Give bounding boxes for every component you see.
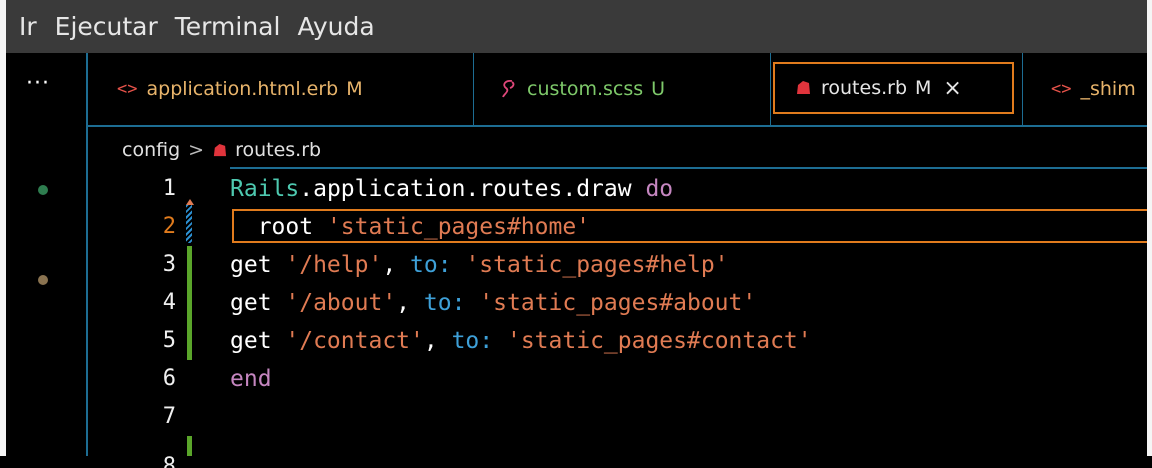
breadcrumb-file[interactable]: routes.rb (235, 139, 321, 161)
code-token: end (230, 366, 272, 392)
tab-bar: <> application.html.erb M custom.scss U … (88, 53, 1147, 126)
line-number: 7 (162, 404, 176, 429)
code-token: , (396, 290, 424, 316)
menu-terminal[interactable]: Terminal (175, 12, 281, 41)
code-token: '/help' (285, 252, 383, 278)
line-number: 6 (162, 366, 176, 391)
tab-badge: M (346, 78, 363, 100)
tab-bar-border (88, 125, 1147, 127)
tab-shim[interactable]: <> _shim (1023, 53, 1147, 125)
code-token: get (230, 252, 286, 278)
git-added-indicator (187, 246, 192, 360)
line-number: 8 (162, 454, 176, 468)
code-token: get (230, 290, 286, 316)
menu-go[interactable]: Ir (19, 12, 37, 41)
editor-separator (230, 167, 1147, 169)
tab-application-html-erb[interactable]: <> application.html.erb M (88, 53, 473, 125)
code-token: to: (451, 328, 494, 354)
html-tag-icon: <> (117, 79, 138, 99)
ruby-icon (795, 80, 811, 96)
git-added-indicator (187, 436, 192, 456)
code-token: , (382, 252, 411, 278)
menu-help[interactable]: Ayuda (297, 12, 374, 41)
code-token: get (230, 328, 286, 354)
code-token: to: (410, 252, 452, 278)
code-line[interactable]: Rails.application.routes.draw do (230, 170, 673, 208)
status-dot-green (38, 185, 48, 195)
tab-label: application.html.erb (146, 78, 339, 100)
code-token: do (631, 176, 674, 202)
more-actions-button[interactable]: ··· (26, 71, 50, 96)
code-token: , (423, 328, 452, 354)
code-token: to: (423, 290, 466, 316)
code-token: '/about' (285, 290, 397, 316)
breadcrumb: config > routes.rb (122, 133, 321, 167)
close-icon[interactable]: × (943, 76, 961, 101)
code-line[interactable]: root 'static_pages#home' (230, 208, 590, 246)
tab-separator (770, 53, 771, 125)
line-number: 5 (162, 328, 176, 353)
code-line[interactable]: get '/contact', to: 'static_pages#contac… (230, 322, 812, 360)
tab-label: custom.scss (527, 78, 644, 100)
code-line[interactable]: get '/help', to: 'static_pages#help' (230, 246, 729, 284)
code-token: Rails (230, 176, 300, 202)
code-token: root (230, 214, 327, 240)
breadcrumb-folder[interactable]: config (122, 139, 180, 161)
line-number: 1 (162, 176, 176, 201)
sass-icon (501, 79, 517, 99)
chevron-right-icon: > (188, 139, 205, 161)
tab-badge: M (915, 77, 932, 99)
html-tag-icon: <> (1051, 79, 1072, 99)
menu-run[interactable]: Ejecutar (55, 12, 158, 41)
window-edge-right (1147, 0, 1152, 456)
status-dot-olive (38, 275, 48, 285)
code-token: .application.routes.draw (299, 176, 632, 202)
code-line[interactable]: get '/about', to: 'static_pages#about' (230, 284, 756, 322)
tab-routes-rb-active[interactable]: routes.rb M × (773, 53, 1017, 125)
git-modified-indicator (186, 205, 192, 243)
activity-bar (6, 53, 86, 456)
code-token: 'static_pages#contact' (506, 328, 812, 354)
git-deleted-indicator (186, 199, 194, 205)
code-token: 'static_pages#help' (465, 252, 729, 278)
ruby-icon (212, 143, 227, 158)
line-number: 2 (162, 214, 176, 239)
code-token: 'static_pages#about' (479, 290, 757, 316)
line-number: 4 (162, 290, 176, 315)
tab-custom-scss[interactable]: custom.scss U (474, 53, 770, 125)
menu-bar: Ir Ejecutar Terminal Ayuda (6, 0, 1147, 53)
line-number: 3 (162, 252, 176, 277)
tab-label: _shim (1080, 78, 1136, 100)
code-line[interactable]: end (230, 360, 272, 398)
code-token: 'static_pages#home' (326, 214, 591, 240)
tab-label: routes.rb (821, 77, 908, 99)
code-token: '/contact' (285, 328, 424, 354)
tab-badge: U (651, 78, 666, 100)
